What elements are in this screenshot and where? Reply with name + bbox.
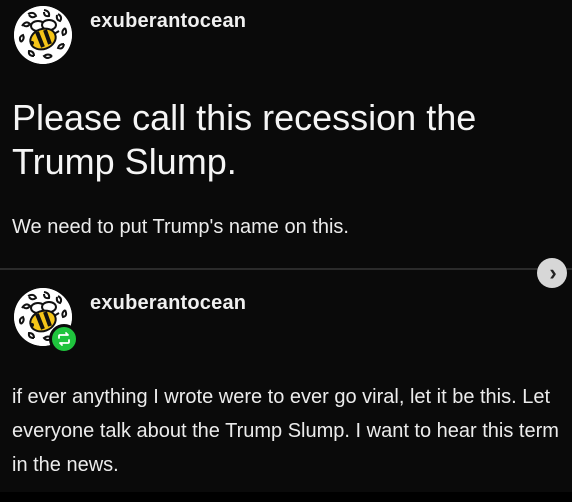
avatar[interactable] — [14, 6, 72, 64]
tumblr-thread: exuberantocean Please call this recessio… — [0, 0, 572, 502]
reblog-username[interactable]: exuberantocean — [90, 292, 246, 315]
original-post: exuberantocean Please call this recessio… — [0, 0, 572, 268]
post-username[interactable]: exuberantocean — [90, 10, 246, 33]
bee-icon — [14, 6, 72, 64]
reblog-icon — [58, 332, 70, 346]
reblog-badge — [49, 324, 79, 354]
post-subtitle: We need to put Trump's name on this. — [12, 216, 349, 238]
post-title: Please call this recession the Trump Slu… — [12, 97, 477, 182]
reblog-body: if ever anything I wrote were to ever go… — [12, 386, 559, 476]
bottom-edge — [0, 492, 572, 502]
